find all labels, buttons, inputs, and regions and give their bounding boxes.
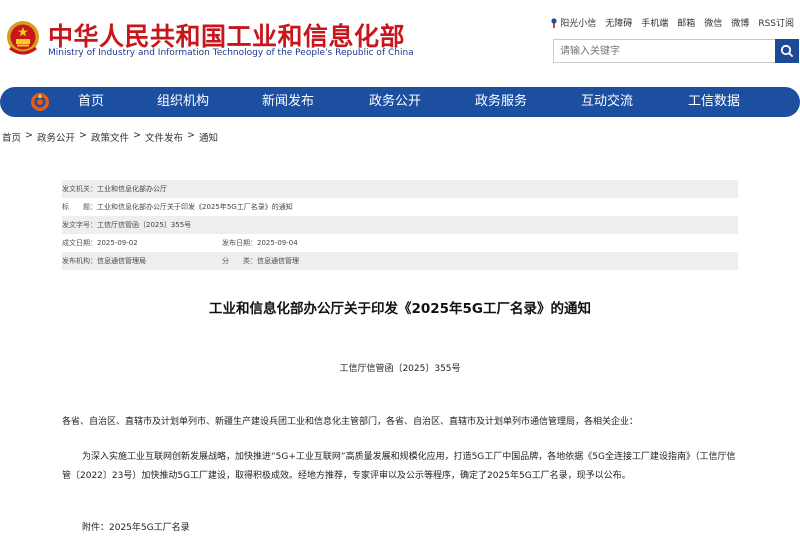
breadcrumb-doc-release[interactable]: 文件发布 bbox=[145, 130, 183, 144]
meta-row-dates: 成文日期： 2025-09-02 发布日期： 2025-09-04 bbox=[62, 234, 738, 252]
meta-label: 成文日期： bbox=[62, 239, 97, 247]
breadcrumb-separator: > bbox=[25, 130, 33, 141]
meta-value: 工业和信息化部办公厅关于印发《2025年5G工厂名录》的通知 bbox=[97, 203, 293, 211]
breadcrumb: 首页 > 政务公开 > 政策文件 > 文件发布 > 通知 bbox=[2, 130, 218, 144]
meta-value: 工业和信息化部办公厅 bbox=[97, 185, 167, 193]
breadcrumb-separator: > bbox=[132, 130, 141, 141]
article-title: 工业和信息化部办公厅关于印发《2025年5G工厂名录》的通知 bbox=[208, 301, 592, 317]
article-body-paragraph: 为深入实施工业互联网创新发展战略，加快推进“5G+工业互联网”高质量发展和规模化… bbox=[62, 452, 736, 481]
article-doc-number: 工信厅信管函〔2025〕355号 bbox=[339, 364, 461, 374]
meta-value: 信息通信管理局 bbox=[97, 257, 146, 265]
meta-label: 发文机关： bbox=[62, 185, 97, 193]
top-link-sunshine[interactable]: 阳光小信 bbox=[550, 16, 596, 29]
top-link-label: 微信 bbox=[704, 19, 723, 29]
main-nav: 首页 组织机构 新闻发布 政务公开 政务服务 互动交流 工信数据 bbox=[0, 87, 800, 117]
meta-value: 信息通信管理 bbox=[257, 257, 299, 265]
meta-row-title: 标 题： 工业和信息化部办公厅关于印发《2025年5G工厂名录》的通知 bbox=[62, 198, 738, 216]
top-links: 阳光小信 无障碍 手机端 邮箱 微信 微博 RSS订阅 bbox=[550, 16, 794, 29]
nav-item-news[interactable]: 新闻发布 bbox=[262, 87, 314, 117]
national-emblem-icon bbox=[7, 21, 39, 55]
top-link-label: 手机端 bbox=[641, 19, 669, 29]
breadcrumb-separator: > bbox=[186, 130, 195, 141]
meta-value: 2025-09-04 bbox=[257, 239, 298, 247]
search-button[interactable] bbox=[775, 39, 799, 63]
document-meta-table: 发文机关： 工业和信息化部办公厅 标 题： 工业和信息化部办公厅关于印发《202… bbox=[62, 180, 738, 270]
top-link-label: 邮箱 bbox=[677, 19, 696, 29]
search-icon bbox=[780, 44, 794, 58]
meta-label: 发文字号： bbox=[62, 221, 97, 229]
top-link-wechat[interactable]: 微信 bbox=[704, 16, 722, 29]
breadcrumb-notice[interactable]: 通知 bbox=[199, 130, 218, 144]
nav-item-data[interactable]: 工信数据 bbox=[688, 87, 740, 117]
meta-value: 2025-09-02 bbox=[97, 239, 138, 247]
top-link-label: 无障碍 bbox=[605, 19, 633, 29]
top-link-mobile[interactable]: 手机端 bbox=[641, 16, 668, 29]
top-link-mail[interactable]: 邮箱 bbox=[677, 16, 695, 29]
meta-label: 发布日期： bbox=[222, 239, 257, 247]
breadcrumb-policy-docs[interactable]: 政策文件 bbox=[91, 130, 129, 144]
nav-item-services[interactable]: 政务服务 bbox=[475, 87, 527, 117]
article-attachment[interactable]: 附件：2025年5G工厂名录 bbox=[82, 520, 190, 533]
nav-item-home[interactable]: 首页 bbox=[78, 87, 104, 117]
meta-value: 工信厅信管函〔2025〕355号 bbox=[97, 221, 192, 229]
sunshine-icon bbox=[551, 17, 557, 28]
breadcrumb-home[interactable]: 首页 bbox=[2, 130, 21, 144]
breadcrumb-public-affairs[interactable]: 政务公开 bbox=[37, 130, 75, 144]
meta-row-org: 发布机构： 信息通信管理局 分 类： 信息通信管理 bbox=[62, 252, 738, 270]
article-salutation: 各省、自治区、直辖市及计划单列市、新疆生产建设兵团工业和信息化主管部门，各省、自… bbox=[62, 417, 639, 427]
top-link-label: 阳光小信 bbox=[560, 19, 597, 29]
top-link-label: RSS订阅 bbox=[758, 19, 794, 29]
nav-item-interaction[interactable]: 互动交流 bbox=[581, 87, 633, 117]
top-link-label: 微博 bbox=[731, 19, 750, 29]
meta-label: 发布机构： bbox=[62, 257, 97, 265]
nav-item-public-affairs[interactable]: 政务公开 bbox=[369, 87, 421, 117]
site-subtitle: Ministry of Industry and Information Tec… bbox=[48, 48, 414, 58]
search-input[interactable] bbox=[553, 39, 775, 63]
meta-label: 分 类： bbox=[222, 257, 257, 265]
nav-item-organization[interactable]: 组织机构 bbox=[157, 87, 209, 117]
site-header: 中华人民共和国工业和信息化部 Ministry of Industry and … bbox=[0, 0, 800, 80]
meta-row-issuer: 发文机关： 工业和信息化部办公厅 bbox=[62, 180, 738, 198]
ministry-logo-icon bbox=[31, 93, 49, 111]
meta-row-docno: 发文字号： 工信厅信管函〔2025〕355号 bbox=[62, 216, 738, 234]
top-link-rss[interactable]: RSS订阅 bbox=[758, 16, 794, 29]
breadcrumb-separator: > bbox=[79, 130, 87, 141]
meta-label: 标 题： bbox=[62, 203, 97, 211]
top-link-weibo[interactable]: 微博 bbox=[731, 16, 749, 29]
top-link-accessibility[interactable]: 无障碍 bbox=[605, 16, 632, 29]
